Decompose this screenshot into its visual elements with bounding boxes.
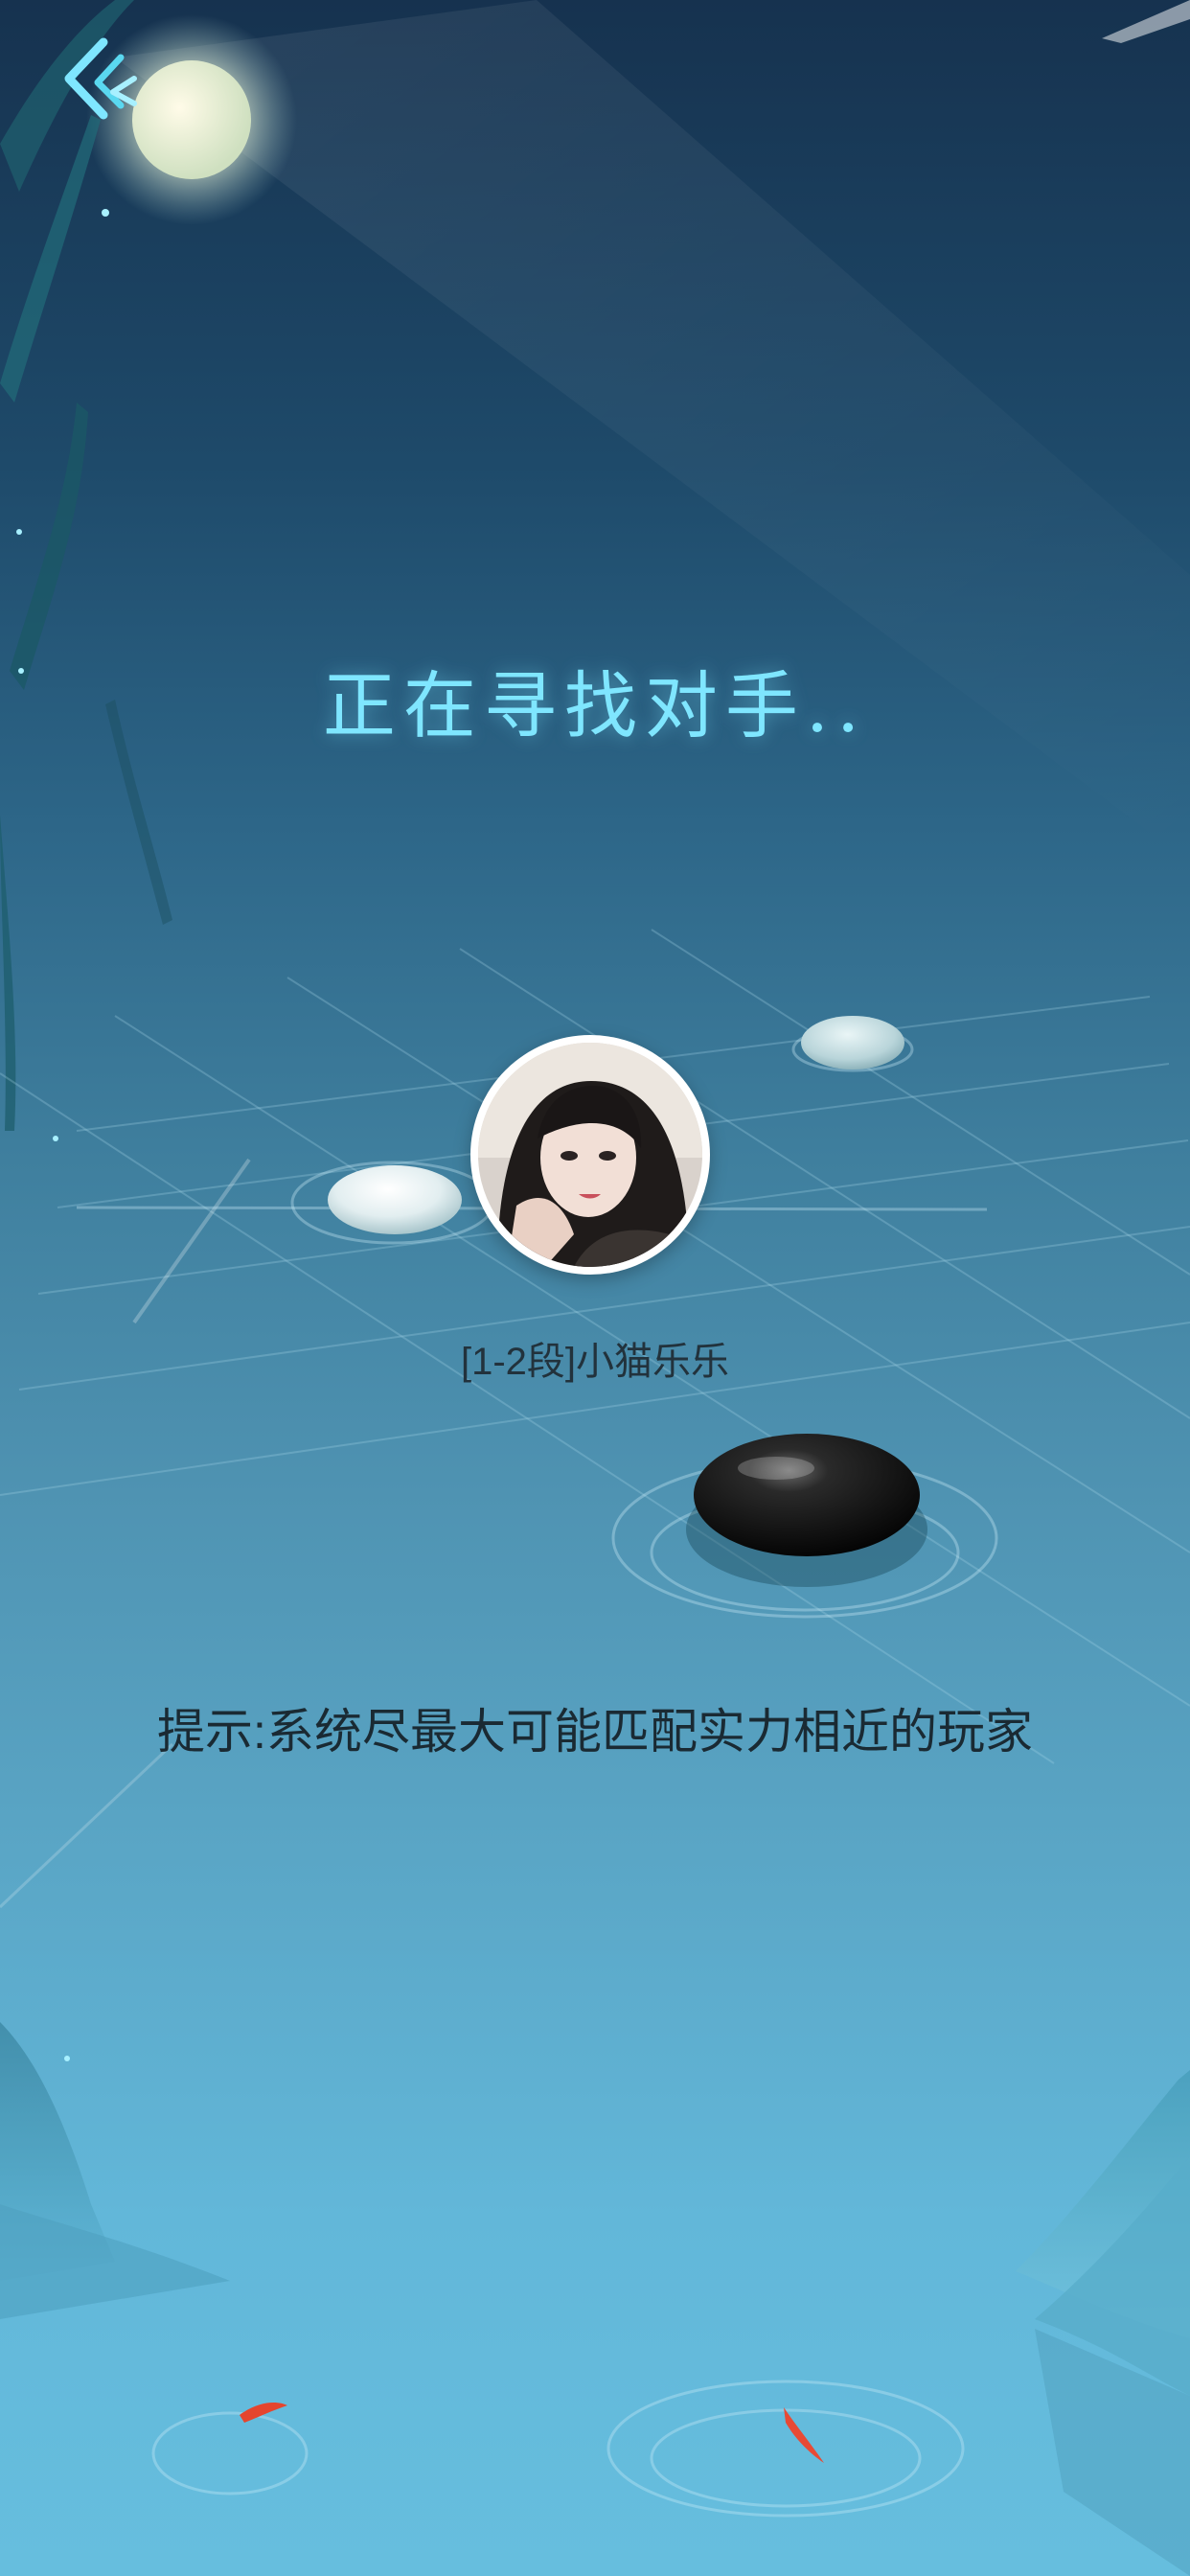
back-chevron-icon	[64, 37, 137, 120]
avatar-photo	[478, 1043, 702, 1267]
background-scene	[0, 0, 1190, 2576]
tip-text: 提示:系统尽最大可能匹配实力相近的玩家	[157, 1705, 1033, 1759]
avatar	[470, 1035, 710, 1275]
searching-title: 正在寻找对手..	[322, 663, 868, 748]
player-name: [1-2段]小猫乐乐	[460, 1341, 730, 1383]
back-button[interactable]	[50, 29, 165, 144]
